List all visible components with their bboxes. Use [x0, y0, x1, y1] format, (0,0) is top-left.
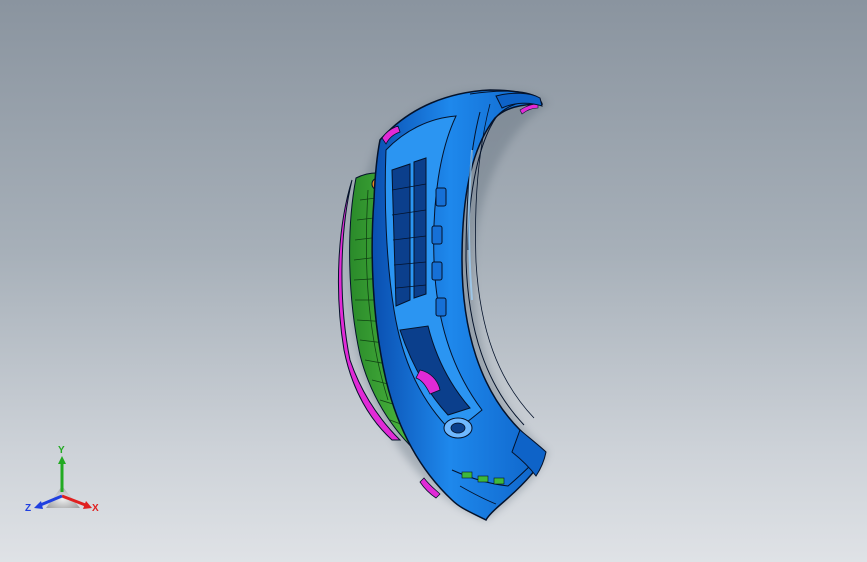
3d-model-view[interactable]	[0, 0, 867, 562]
y-axis-arrow	[58, 456, 66, 464]
x-axis-label: X	[92, 503, 99, 514]
graphics-viewport[interactable]: Y X Z	[0, 0, 867, 562]
triad-axes	[34, 456, 92, 509]
bumper-body	[371, 89, 547, 522]
y-axis-label: Y	[58, 445, 65, 456]
z-axis-arrow	[34, 501, 43, 509]
orientation-triad[interactable]: Y X Z	[22, 446, 112, 526]
z-axis-label: Z	[25, 503, 32, 514]
